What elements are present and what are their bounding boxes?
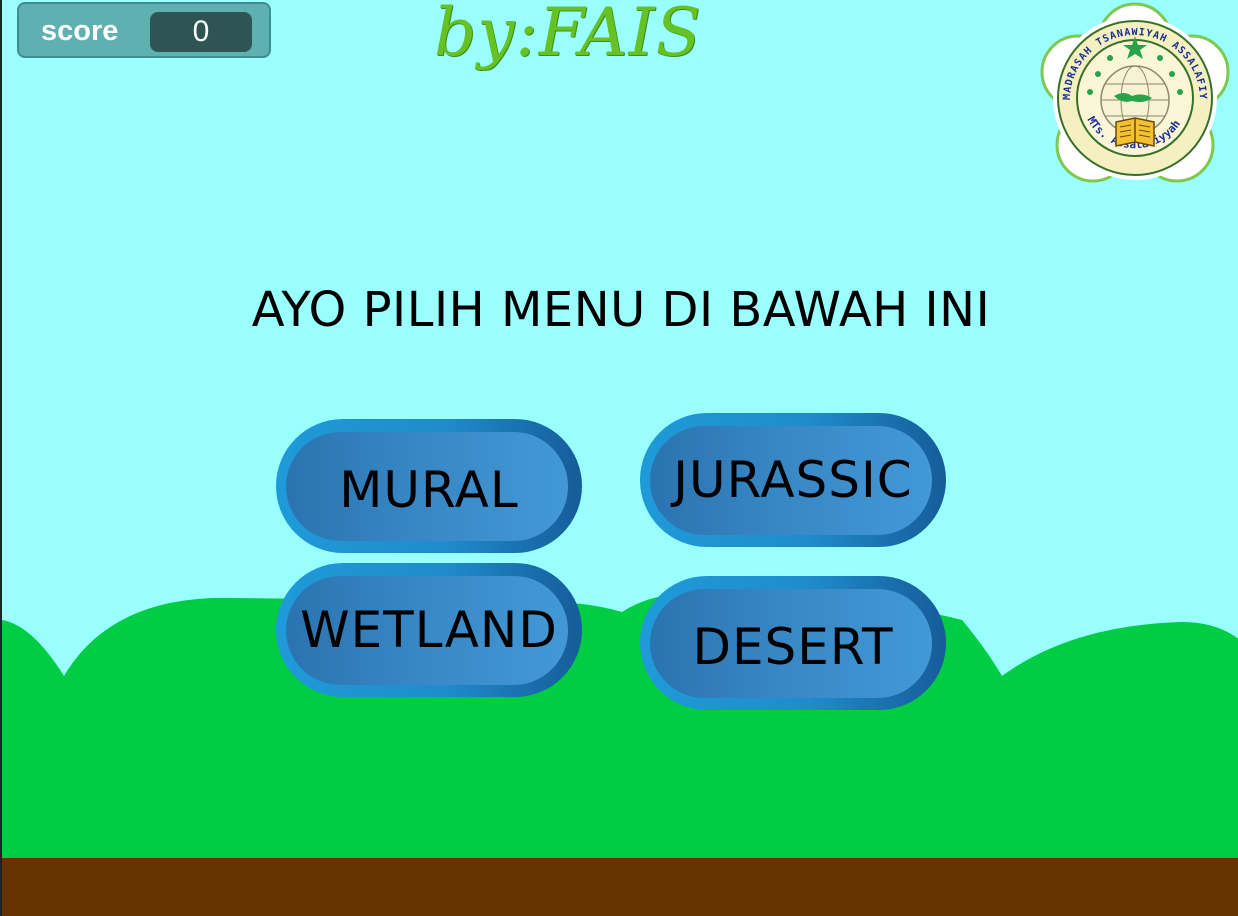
score-value: 0 — [150, 12, 252, 52]
wetland-button-label: WETLAND — [300, 601, 558, 659]
menu-heading: AYO PILIH MENU DI BAWAH INI — [251, 282, 991, 338]
author-byline: by:FAIS — [434, 0, 702, 71]
desert-button[interactable]: DESERT — [640, 576, 946, 710]
desert-button-label: DESERT — [692, 618, 894, 676]
jurassic-button-label: JURASSIC — [673, 451, 913, 509]
score-label: score — [41, 15, 119, 47]
school-logo: MADRASAH TSANAWIYAH ASSALAFIYYAH MTs. As… — [1032, 0, 1230, 183]
mural-button[interactable]: MURAL — [276, 419, 582, 553]
wetland-button[interactable]: WETLAND — [276, 563, 582, 697]
green-hills — [2, 589, 1238, 858]
mural-button-label: MURAL — [339, 461, 519, 519]
score-monitor: score 0 — [17, 2, 271, 58]
jurassic-button[interactable]: JURASSIC — [640, 413, 946, 547]
game-stage: score 0 by:FAIS MADRASAH TSANAWIYAH ASSA… — [0, 0, 1238, 916]
ground-strip — [2, 858, 1238, 916]
